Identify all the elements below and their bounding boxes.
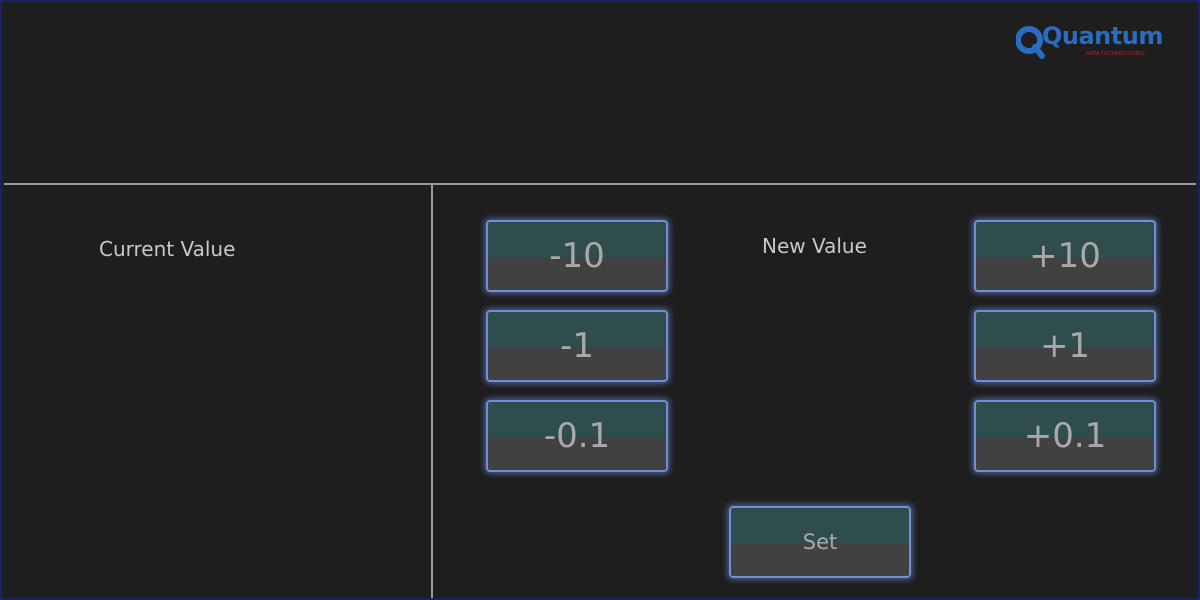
increment-0-1-label: +0.1 bbox=[1023, 416, 1107, 456]
new-value-label: New Value bbox=[762, 234, 867, 258]
decrement-0-1-button[interactable]: -0.1 bbox=[486, 400, 668, 472]
decrement-10-label: -10 bbox=[549, 236, 605, 276]
set-button-label: Set bbox=[802, 530, 838, 554]
increment-1-label: +1 bbox=[1039, 326, 1091, 366]
vertical-divider bbox=[431, 185, 433, 598]
horizontal-divider bbox=[4, 183, 1196, 185]
logo-wordmark: Quantum bbox=[1042, 22, 1163, 50]
decrement-10-button[interactable]: -10 bbox=[486, 220, 668, 292]
decrement-1-label: -1 bbox=[560, 326, 594, 366]
increment-10-button[interactable]: +10 bbox=[974, 220, 1156, 292]
increment-10-label: +10 bbox=[1029, 236, 1101, 276]
current-value-label: Current Value bbox=[99, 237, 236, 261]
increment-0-1-button[interactable]: +0.1 bbox=[974, 400, 1156, 472]
decrement-1-button[interactable]: -1 bbox=[486, 310, 668, 382]
quantum-logo: Quantum DATA TECHNOLOGIES bbox=[1016, 20, 1166, 64]
app-window: Quantum DATA TECHNOLOGIES Current Value … bbox=[0, 0, 1200, 600]
logo-tagline: DATA TECHNOLOGIES bbox=[1086, 51, 1145, 57]
set-button[interactable]: Set bbox=[729, 506, 911, 578]
increment-1-button[interactable]: +1 bbox=[974, 310, 1156, 382]
decrement-0-1-label: -0.1 bbox=[543, 416, 611, 456]
